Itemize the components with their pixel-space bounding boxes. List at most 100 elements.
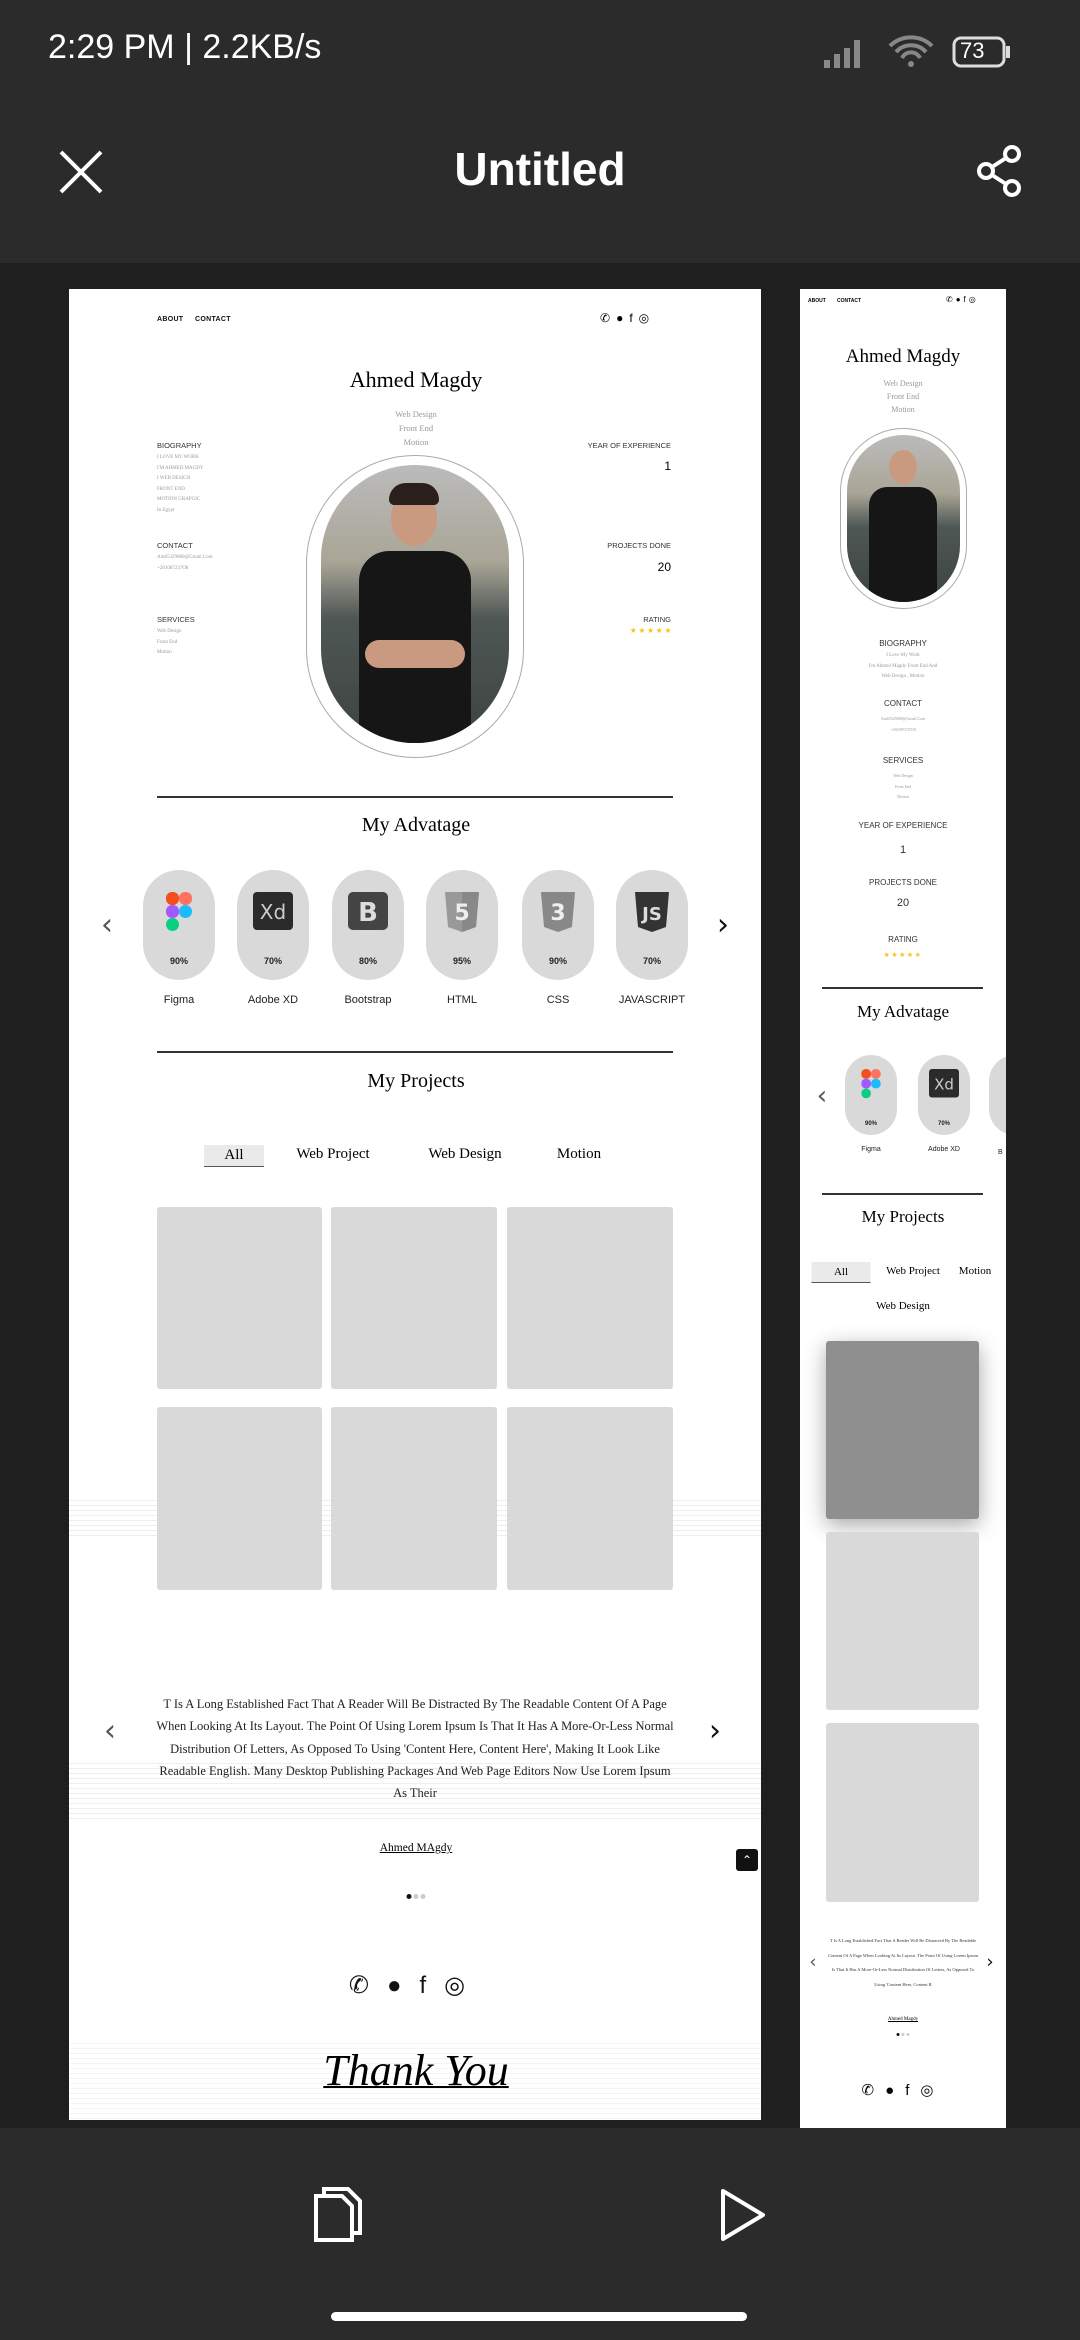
roles: Web Design Front End Motion [395, 407, 437, 449]
facebook-icon[interactable]: f [629, 311, 638, 325]
github-icon[interactable]: ● [956, 295, 964, 304]
skill-percent: 70% [642, 956, 661, 966]
advantage-title: My Advatage [361, 814, 471, 836]
rating-stars: ★★★★★ [629, 626, 673, 635]
desktop-preview[interactable]: ABOUT CONTACT ✆●f◎ Ahmed Magdy Web Desig… [69, 289, 761, 2120]
contact-phone[interactable]: +201087237O8 [157, 564, 213, 575]
whatsapp-icon[interactable]: ✆ [946, 295, 956, 304]
biography-title: BIOGRAPHY [879, 639, 927, 648]
svg-text:Xd: Xd [260, 900, 286, 924]
tab-all[interactable]: All [811, 1262, 871, 1283]
advantage-title: My Advatage [856, 1002, 950, 1021]
services-title: SERVICES [882, 756, 924, 765]
scroll-to-top-button[interactable]: ⌃ [736, 1849, 758, 1871]
tab-all[interactable]: All [204, 1145, 264, 1167]
facebook-icon[interactable]: f [905, 2082, 920, 2099]
skill-card-css3[interactable]: 3 90% [522, 870, 594, 980]
projects-label: PROJECTS DONE [607, 541, 671, 550]
play-icon[interactable] [718, 2188, 768, 2242]
service-item: Web Design [893, 773, 913, 778]
copy-icon[interactable] [312, 2186, 364, 2244]
divider [157, 1051, 673, 1053]
thank-you-heading: Thank You [323, 2046, 509, 2095]
project-card[interactable] [507, 1407, 673, 1590]
service-item: Front End [157, 639, 178, 645]
figma-icon [861, 1069, 881, 1104]
carousel-dots[interactable] [406, 1894, 427, 1899]
contact-email[interactable]: Am65329080@Gmail.Com [881, 714, 925, 725]
tab-motion[interactable]: Motion [959, 1265, 991, 1277]
carousel-dots[interactable] [896, 2033, 911, 2036]
skill-percent: 90% [169, 956, 188, 966]
skill-card-figma[interactable]: 90% [143, 870, 215, 980]
contact-list: Am65329080@Gmail.Com +201087237O8 [157, 553, 213, 574]
whatsapp-icon[interactable]: ✆ [349, 1972, 387, 1999]
tab-web-design[interactable]: Web Design [876, 1300, 930, 1312]
skill-card-javascript[interactable]: JS 70% [616, 870, 688, 980]
skill-card-html5[interactable]: 5 95% [426, 870, 498, 980]
project-card[interactable] [826, 1723, 979, 1902]
testimonial-next-arrow[interactable]: › [986, 1952, 993, 1973]
experience-label: YEAR OF EXPERIENCE [587, 441, 671, 450]
testimonial-author: Ahmed Magdy [887, 2017, 919, 2022]
nav-contact[interactable]: CONTACT [195, 316, 231, 323]
testimonial-prev-arrow[interactable]: ‹ [809, 1952, 816, 1973]
testimonial-prev-arrow[interactable]: ‹ [104, 1714, 116, 1749]
instagram-icon[interactable]: ◎ [969, 295, 979, 304]
instagram-icon[interactable]: ◎ [444, 1972, 483, 1999]
footer-social-links: ✆●f◎ [862, 2081, 945, 2099]
tab-web-project[interactable]: Web Project [296, 1146, 369, 1163]
role: Web Design [883, 379, 923, 388]
skill-card-bootstrap[interactable]: B 80% [332, 870, 404, 980]
service-item: Front End [894, 783, 912, 789]
github-icon[interactable]: ● [387, 1972, 420, 1999]
github-icon[interactable]: ● [885, 2082, 905, 2099]
advantage-prev-arrow[interactable]: ‹ [101, 908, 113, 943]
tab-motion[interactable]: Motion [557, 1146, 601, 1163]
testimonial-next-arrow[interactable]: › [709, 1714, 721, 1749]
project-card[interactable] [331, 1407, 497, 1590]
project-card-hovered[interactable] [826, 1341, 979, 1519]
whatsapp-icon[interactable]: ✆ [600, 311, 616, 325]
home-indicator[interactable] [331, 2312, 747, 2321]
biography-title: BIOGRAPHY [157, 441, 202, 450]
footer-social-links: ✆●f◎ [349, 1971, 483, 2000]
project-card[interactable] [507, 1207, 673, 1389]
skill-percent: 70% [937, 1121, 950, 1127]
skill-percent: 80% [358, 956, 377, 966]
nav-contact[interactable]: CONTACT [837, 298, 861, 304]
services-list: Web Design Front End Motion [157, 627, 181, 659]
contact-phone[interactable]: +201087237O8 [881, 725, 925, 736]
contact-email[interactable]: Am65329080@Gmail.Com [157, 553, 213, 564]
project-card[interactable] [157, 1207, 322, 1389]
whatsapp-icon[interactable]: ✆ [862, 2082, 886, 2099]
instagram-icon[interactable]: ◎ [639, 311, 655, 325]
skill-label: Figma [861, 1146, 881, 1153]
project-card[interactable] [157, 1407, 322, 1590]
advantage-next-arrow[interactable]: › [717, 908, 729, 943]
project-card[interactable] [331, 1207, 497, 1389]
skill-card-figma[interactable]: 90% [845, 1055, 897, 1135]
bio-item: FRONT END [157, 486, 185, 492]
nav-about[interactable]: ABOUT [157, 316, 183, 323]
nav-about[interactable]: ABOUT [808, 298, 826, 304]
status-icons: 73 [822, 32, 1022, 72]
svg-text:Xd: Xd [934, 1075, 954, 1093]
skill-card-partial[interactable] [989, 1055, 1006, 1135]
bottom-bar [0, 2128, 1080, 2340]
instagram-icon[interactable]: ◎ [920, 2082, 944, 2099]
projects-value: 20 [896, 897, 910, 909]
tab-web-design[interactable]: Web Design [428, 1146, 501, 1163]
bio-item: MOTION GRAPGIC [157, 497, 201, 503]
tab-web-project[interactable]: Web Project [886, 1265, 940, 1277]
skill-card-adobe-xd[interactable]: Xd 70% [918, 1055, 970, 1135]
testimonial-text: T Is A Long Established Fact That A Read… [828, 1938, 978, 1987]
skill-card-adobe-xd[interactable]: Xd 70% [237, 870, 309, 980]
advantage-prev-arrow[interactable]: ‹ [817, 1081, 827, 1111]
project-card[interactable] [826, 1532, 979, 1710]
github-icon[interactable]: ● [616, 311, 629, 325]
facebook-icon[interactable]: f [419, 1972, 444, 1999]
mobile-preview[interactable]: ABOUT CONTACT ✆●f◎ Ahmed Magdy Web Desig… [800, 289, 1006, 2128]
adobe-xd-icon: Xd [253, 892, 293, 937]
share-icon[interactable] [974, 144, 1024, 198]
